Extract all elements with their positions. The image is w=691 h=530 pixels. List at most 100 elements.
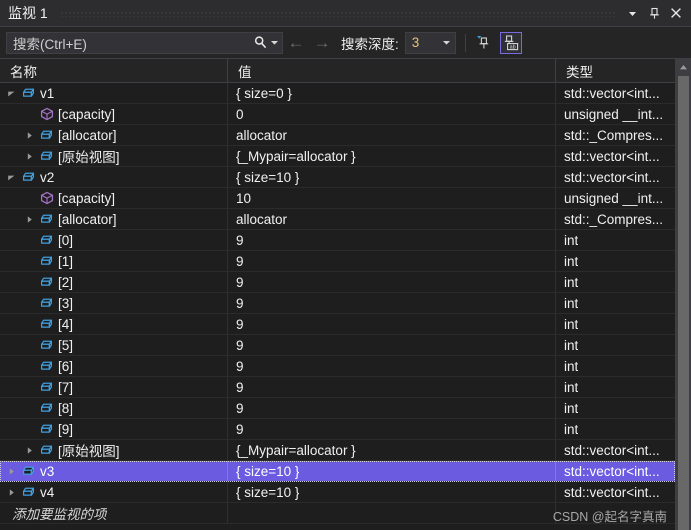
cell-name[interactable]: [capacity] <box>0 188 228 208</box>
scroll-up-arrow-icon[interactable] <box>675 59 691 75</box>
cell-value[interactable]: { size=10 } <box>228 461 556 481</box>
cell-name[interactable]: v2 <box>0 167 228 187</box>
cell-name[interactable]: [allocator] <box>0 125 228 145</box>
column-header-type[interactable]: 类型 <box>556 59 675 82</box>
cell-name[interactable]: [0] <box>0 230 228 250</box>
cell-name[interactable]: [3] <box>0 293 228 313</box>
expander-collapsed-icon[interactable] <box>22 446 37 455</box>
grid-rows: v1{ size=0 } std::vector<int... [capacity]… <box>0 83 675 530</box>
table-row[interactable]: v1 { size=0 } std::vector<int... <box>0 83 675 104</box>
expander-collapsed-icon[interactable] <box>4 467 19 476</box>
cell-name[interactable]: [7] <box>0 377 228 397</box>
cell-name[interactable]: v1 <box>0 83 228 103</box>
window-titlebar: 监视 1 <box>0 0 691 27</box>
table-row[interactable]: v2 { size=10 } std::vector<int... <box>0 167 675 188</box>
row-value: { size=0 } <box>236 85 292 101</box>
cell-value[interactable]: 9 <box>228 230 556 250</box>
table-row[interactable]: [allocator] allocator std::_Compres... <box>0 125 675 146</box>
table-row[interactable]: [4] 9 int <box>0 314 675 335</box>
cell-value[interactable]: 9 <box>228 356 556 376</box>
cell-value[interactable]: 9 <box>228 398 556 418</box>
pin-icon[interactable] <box>643 3 665 23</box>
table-row[interactable]: [5] 9 int <box>0 335 675 356</box>
table-row[interactable]: [原始视图] {_Mypair=allocator } std::vector<in… <box>0 440 675 461</box>
table-row[interactable]: [3] 9 int <box>0 293 675 314</box>
cell-value[interactable]: 9 <box>228 419 556 439</box>
vertical-scrollbar[interactable] <box>675 59 691 530</box>
table-row[interactable]: [capacity] 0 unsigned __int... <box>0 104 675 125</box>
search-icon[interactable] <box>251 35 269 50</box>
cell-name[interactable]: [capacity] <box>0 104 228 124</box>
cell-type: int <box>556 230 675 250</box>
cell-name[interactable]: [9] <box>0 419 228 439</box>
cell-value[interactable]: 9 <box>228 251 556 271</box>
cell-value[interactable]: allocator <box>228 125 556 145</box>
table-row[interactable]: [9] 9 int <box>0 419 675 440</box>
expander-collapsed-icon[interactable] <box>22 131 37 140</box>
row-value: 9 <box>236 421 244 437</box>
table-row[interactable]: v3 { size=10 } std::vector<int... <box>0 461 675 482</box>
table-row[interactable]: [0] 9 int <box>0 230 675 251</box>
cell-name[interactable]: v4 <box>0 482 228 502</box>
cell-value[interactable]: 9 <box>228 335 556 355</box>
cell-name[interactable]: [1] <box>0 251 228 271</box>
expander-expanded-icon[interactable] <box>4 173 19 182</box>
add-watch-item-input[interactable]: 添加要监视的项 <box>0 503 228 523</box>
close-icon[interactable] <box>665 3 687 23</box>
cell-name[interactable]: [2] <box>0 272 228 292</box>
pin-filter-icon[interactable] <box>473 32 495 54</box>
table-row[interactable]: [原始视图] {_Mypair=allocator } std::vector<in… <box>0 146 675 167</box>
table-row[interactable]: [1] 9 int <box>0 251 675 272</box>
row-name: [原始视图] <box>58 150 120 165</box>
scrollbar-thumb[interactable] <box>677 76 689 530</box>
show-value-ab-icon[interactable]: ab <box>499 31 522 54</box>
search-previous-button[interactable]: ← <box>283 32 309 54</box>
cell-type <box>556 503 675 523</box>
variable-icon <box>37 338 56 353</box>
cell-name[interactable]: [5] <box>0 335 228 355</box>
expander-collapsed-icon[interactable] <box>22 215 37 224</box>
cell-name[interactable]: [6] <box>0 356 228 376</box>
cell-value[interactable]: allocator <box>228 209 556 229</box>
add-watch-item-row[interactable]: 添加要监视的项 <box>0 503 675 524</box>
search-options-chevron-down-icon[interactable] <box>269 38 280 47</box>
search-next-button[interactable]: → <box>309 32 335 54</box>
cell-name[interactable]: [8] <box>0 398 228 418</box>
cell-value[interactable]: 9 <box>228 377 556 397</box>
table-row[interactable]: [capacity] 10 unsigned __int... <box>0 188 675 209</box>
cell-name[interactable]: [allocator] <box>0 209 228 229</box>
cell-value[interactable]: 9 <box>228 314 556 334</box>
grid-header: 名称 值 类型 <box>0 59 675 83</box>
cell-name[interactable]: [4] <box>0 314 228 334</box>
expander-collapsed-icon[interactable] <box>22 152 37 161</box>
cell-value[interactable]: { size=10 } <box>228 482 556 502</box>
cell-type: int <box>556 419 675 439</box>
cell-name[interactable]: v3 <box>0 461 228 481</box>
table-row[interactable]: [6] 9 int <box>0 356 675 377</box>
table-row[interactable]: [8] 9 int <box>0 398 675 419</box>
cell-value[interactable]: 9 <box>228 293 556 313</box>
cell-name[interactable]: [原始视图] <box>0 146 228 166</box>
table-row[interactable]: [allocator] allocator std::_Compres... <box>0 209 675 230</box>
expander-expanded-icon[interactable] <box>4 89 19 98</box>
cell-value[interactable]: {_Mypair=allocator } <box>228 146 556 166</box>
expander-collapsed-icon[interactable] <box>4 488 19 497</box>
column-header-value[interactable]: 值 <box>228 59 556 82</box>
chevron-down-icon[interactable] <box>621 3 643 23</box>
row-type: int <box>564 253 579 269</box>
cell-value[interactable]: { size=0 } <box>228 83 556 103</box>
cell-name[interactable]: [原始视图] <box>0 440 228 460</box>
chevron-down-icon[interactable] <box>438 38 455 47</box>
table-row[interactable]: v4 { size=10 } std::vector<int... <box>0 482 675 503</box>
cell-value[interactable]: 0 <box>228 104 556 124</box>
table-row[interactable]: [7] 9 int <box>0 377 675 398</box>
search-depth-select[interactable]: 3 <box>404 31 456 54</box>
row-value: 9 <box>236 295 244 311</box>
search-input[interactable]: 搜索(Ctrl+E) <box>6 31 283 54</box>
cell-value[interactable]: {_Mypair=allocator } <box>228 440 556 460</box>
cell-value[interactable]: { size=10 } <box>228 167 556 187</box>
table-row[interactable]: [2] 9 int <box>0 272 675 293</box>
cell-value[interactable]: 9 <box>228 272 556 292</box>
column-header-name[interactable]: 名称 <box>0 59 228 82</box>
cell-value[interactable]: 10 <box>228 188 556 208</box>
